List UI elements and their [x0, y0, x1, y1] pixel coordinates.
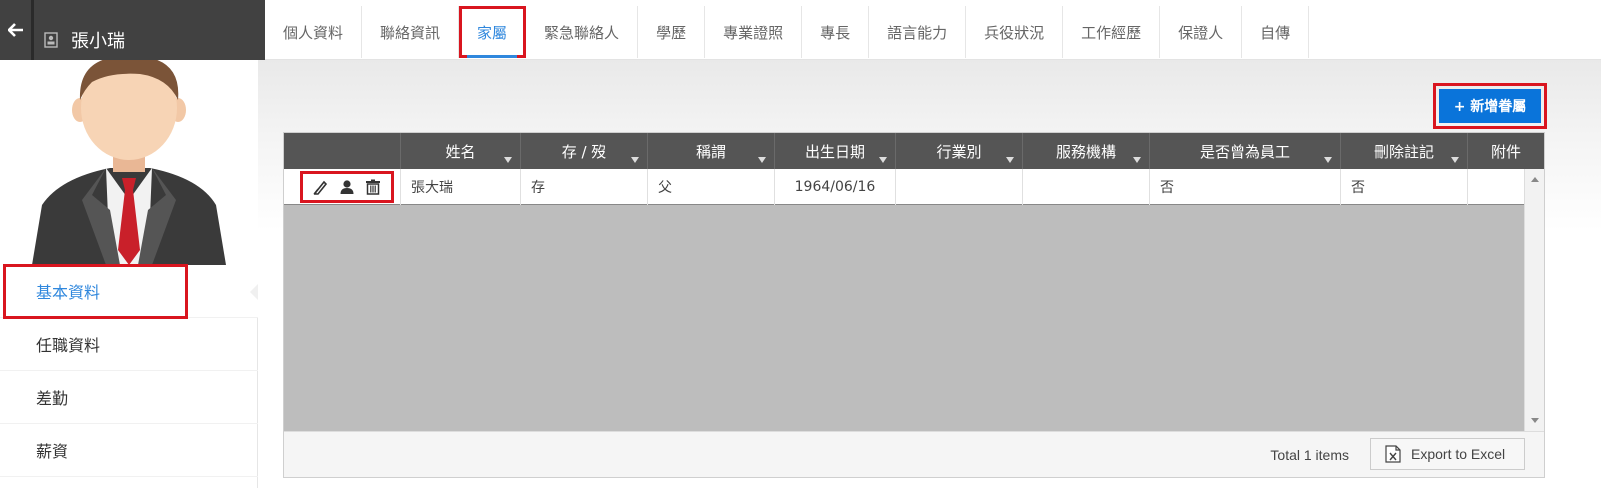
tab-languages[interactable]: 語言能力 — [869, 6, 967, 58]
header-user-bar: 張小瑞 — [0, 0, 265, 60]
tab-label: 語言能力 — [887, 23, 948, 42]
sidebar-item-label: 差勤 — [36, 389, 69, 408]
tab-emergency-contact[interactable]: 緊急聯絡人 — [526, 6, 639, 58]
sidebar: 基本資料 任職資料 差勤 薪資 — [0, 60, 258, 488]
add-family-label: + 新增眷屬 — [1453, 99, 1527, 115]
cell-relation: 父 — [648, 169, 775, 205]
tab-label: 緊急聯絡人 — [544, 23, 620, 42]
table-row: 張大瑞 存 父 1964/06/16 否 否 — [284, 169, 1524, 205]
tab-personal[interactable]: 個人資料 — [265, 6, 363, 58]
col-former-employee[interactable]: 是否曾為員工 — [1150, 133, 1341, 169]
filter-icon[interactable] — [631, 157, 639, 163]
contact-card-icon — [44, 32, 58, 48]
total-items: Total 1 items — [1270, 447, 1349, 463]
tab-autobiography[interactable]: 自傳 — [1242, 6, 1310, 58]
cell-name: 張大瑞 — [401, 169, 521, 205]
col-attachment[interactable]: 附件 — [1468, 133, 1544, 169]
main-content: + 新增眷屬 姓名 存 / 歿 稱謂 出生日期 行業別 服務機構 是否曾為員工 … — [258, 60, 1601, 488]
col-deletion-flag[interactable]: 刪除註記 — [1341, 133, 1468, 169]
col-status[interactable]: 存 / 歿 — [521, 133, 648, 169]
tab-education[interactable]: 學歷 — [638, 6, 706, 58]
tab-contact[interactable]: 聯絡資訊 — [362, 6, 460, 58]
sidebar-item-label: 基本資料 — [36, 283, 101, 302]
grid-body: 張大瑞 存 父 1964/06/16 否 否 — [284, 169, 1524, 431]
sidebar-item-attendance[interactable]: 差勤 — [0, 371, 258, 424]
sidebar-menu: 基本資料 任職資料 差勤 薪資 — [0, 265, 258, 477]
filter-icon[interactable] — [504, 157, 512, 163]
scroll-down-icon[interactable] — [1531, 418, 1539, 423]
vertical-scrollbar[interactable] — [1524, 169, 1544, 431]
sidebar-item-basic-info[interactable]: 基本資料 — [0, 265, 258, 318]
col-organization[interactable]: 服務機構 — [1023, 133, 1150, 169]
col-label: 服務機構 — [1055, 142, 1116, 161]
arrow-left-icon — [7, 23, 23, 37]
col-label: 行業別 — [936, 142, 982, 161]
excel-file-icon — [1385, 445, 1401, 463]
col-label: 是否曾為員工 — [1199, 142, 1290, 161]
cell-organization — [1023, 169, 1150, 205]
tab-military-service[interactable]: 兵役狀況 — [966, 6, 1064, 58]
col-relation[interactable]: 稱謂 — [648, 133, 775, 169]
col-actions — [284, 133, 401, 169]
tab-work-experience[interactable]: 工作經歷 — [1063, 6, 1161, 58]
sidebar-item-salary[interactable]: 薪資 — [0, 424, 258, 477]
grid-header: 姓名 存 / 歿 稱謂 出生日期 行業別 服務機構 是否曾為員工 刪除註記 附件 — [284, 133, 1544, 169]
edit-pen-icon[interactable] — [313, 179, 329, 195]
tab-family[interactable]: 家屬 — [459, 6, 527, 58]
sidebar-item-label: 薪資 — [36, 442, 69, 461]
export-label: Export to Excel — [1411, 446, 1506, 462]
tab-label: 專業證照 — [723, 23, 784, 42]
add-family-button[interactable]: + 新增眷屬 — [1439, 89, 1541, 123]
tab-bar: 個人資料 聯絡資訊 家屬 緊急聯絡人 學歷 專業證照 專長 語言能力 兵役狀況 … — [265, 6, 1601, 60]
col-label: 刪除註記 — [1373, 142, 1434, 161]
avatar — [0, 60, 258, 265]
col-label: 附件 — [1490, 142, 1521, 161]
scroll-up-icon[interactable] — [1531, 177, 1539, 182]
filter-icon[interactable] — [758, 157, 766, 163]
person-icon[interactable] — [339, 179, 355, 195]
col-name[interactable]: 姓名 — [401, 133, 521, 169]
tab-label: 保證人 — [1178, 23, 1224, 42]
tab-label: 個人資料 — [283, 23, 344, 42]
col-label: 存 / 歿 — [561, 142, 607, 161]
sidebar-item-label: 任職資料 — [36, 336, 101, 355]
cell-deletion-flag: 否 — [1341, 169, 1468, 205]
export-excel-button[interactable]: Export to Excel — [1370, 438, 1525, 470]
tab-certificates[interactable]: 專業證照 — [705, 6, 803, 58]
filter-icon[interactable] — [1133, 157, 1141, 163]
cell-industry — [896, 169, 1023, 205]
back-button[interactable] — [0, 0, 34, 60]
cell-attachment — [1468, 169, 1524, 205]
tab-label: 兵役狀況 — [984, 23, 1045, 42]
tab-label: 工作經歷 — [1081, 23, 1142, 42]
tab-label: 聯絡資訊 — [380, 23, 441, 42]
tab-label: 專長 — [820, 23, 851, 42]
filter-icon[interactable] — [1451, 157, 1459, 163]
cell-former-employee: 否 — [1150, 169, 1341, 205]
tab-label: 學歷 — [656, 23, 687, 42]
cell-birth-date: 1964/06/16 — [775, 169, 896, 205]
col-label: 姓名 — [445, 142, 476, 161]
col-birth-date[interactable]: 出生日期 — [775, 133, 896, 169]
tab-label: 家屬 — [477, 23, 508, 42]
highlight-box: + 新增眷屬 — [1433, 83, 1547, 129]
col-industry[interactable]: 行業別 — [896, 133, 1023, 169]
sidebar-item-employment[interactable]: 任職資料 — [0, 318, 258, 371]
row-actions — [284, 169, 401, 205]
grid-footer: Total 1 items Export to Excel — [284, 431, 1544, 477]
highlight-box — [300, 171, 394, 203]
tab-label: 自傳 — [1260, 23, 1291, 42]
col-label: 稱謂 — [695, 142, 726, 161]
col-label: 出生日期 — [804, 142, 865, 161]
cell-status: 存 — [521, 169, 648, 205]
tab-skills[interactable]: 專長 — [802, 6, 870, 58]
filter-icon[interactable] — [1324, 157, 1332, 163]
filter-icon[interactable] — [879, 157, 887, 163]
tab-guarantor[interactable]: 保證人 — [1160, 6, 1243, 58]
trash-icon[interactable] — [365, 179, 381, 195]
filter-icon[interactable] — [1006, 157, 1014, 163]
employee-name: 張小瑞 — [71, 31, 125, 52]
family-grid: 姓名 存 / 歿 稱謂 出生日期 行業別 服務機構 是否曾為員工 刪除註記 附件 — [283, 132, 1545, 478]
